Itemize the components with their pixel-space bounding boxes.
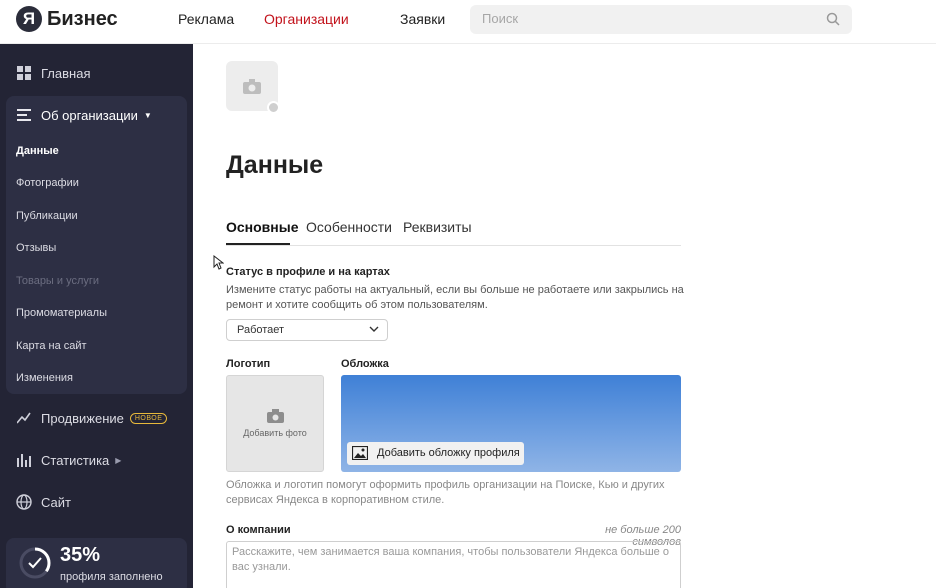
yandex-business-logo[interactable]: Я Бизнес [16, 6, 118, 32]
add-cover-label: Добавить обложку профиля [377, 447, 520, 459]
sidebar-subitem-data[interactable]: Данные [16, 145, 59, 157]
top-bar: Я Бизнес Реклама Организации Заявки Поис… [0, 0, 936, 44]
search-icon[interactable] [826, 12, 840, 31]
sidebar-item-home[interactable]: Главная [16, 65, 90, 81]
sidebar-item-statistics[interactable]: Статистика ▶ [16, 452, 121, 468]
caret-right-icon: ▶ [115, 455, 122, 465]
sidebar-item-label: Главная [41, 65, 91, 81]
sidebar-item-label: Продвижение [41, 410, 124, 426]
progress-ring-icon [18, 546, 52, 585]
sidebar-subitem-promo-materials[interactable]: Промоматериалы [16, 307, 107, 319]
sidebar-subitem-reviews[interactable]: Отзывы [16, 242, 56, 254]
page-title: Данные [226, 151, 324, 179]
sidebar-item-site[interactable]: Сайт [16, 494, 71, 510]
logo-text: Бизнес [47, 7, 118, 30]
about-textarea[interactable]: Расскажите, чем занимается ваша компания… [226, 541, 681, 588]
sidebar-item-promotion[interactable]: Продвижение НОВОЕ [16, 410, 168, 426]
add-photo-label: Добавить фото [243, 428, 307, 438]
sidebar-subitem-posts[interactable]: Публикации [16, 210, 78, 222]
logo-label: Логотип [226, 358, 271, 370]
profile-progress-card[interactable]: 35% профиля заполнено [6, 538, 187, 588]
camera-icon [267, 409, 284, 428]
sidebar-subitem-goods: Товары и услуги [16, 275, 100, 287]
cover-label: Обложка [341, 358, 389, 370]
tab-features[interactable]: Особенности [306, 219, 392, 235]
logo-upload[interactable]: Добавить фото [226, 375, 324, 472]
status-hint-line-1: Измените статус работы на актуальный, ес… [226, 284, 684, 296]
caret-down-icon: ▼ [143, 110, 152, 120]
chevron-down-icon [369, 324, 379, 337]
bar-chart-icon [16, 452, 32, 468]
status-label: Статус в профиле и на картах [226, 266, 390, 278]
sidebar: Главная Об организации ▼ Данные Фотограф… [0, 44, 193, 588]
progress-percent: 35% [60, 544, 101, 566]
mouse-cursor-icon [213, 254, 225, 275]
search-placeholder: Поиск [482, 11, 519, 26]
search-input[interactable]: Поиск [470, 5, 852, 34]
add-cover-button[interactable]: Добавить обложку профиля [347, 442, 524, 465]
nav-ads[interactable]: Реклама [178, 11, 234, 27]
progress-label: профиля заполнено [60, 571, 163, 583]
cover-hint-line-1: Обложка и логотип помогут оформить профи… [226, 479, 665, 491]
sidebar-item-label: Статистика [41, 452, 110, 468]
grid-icon [16, 65, 32, 81]
camera-icon [243, 78, 261, 94]
sidebar-item-label: Об организации [41, 107, 138, 123]
tab-bar: Основные Особенности Реквизиты [226, 216, 681, 246]
logo-letter: Я [16, 6, 42, 32]
status-select[interactable]: Работает [226, 319, 388, 341]
cover-hint-line-2: сервисах Яндекса в корпоративном стиле. [226, 494, 445, 506]
active-tab-indicator [226, 243, 290, 245]
status-hint-line-2: ремонт и хотите сообщить об этом пользов… [226, 299, 488, 311]
sidebar-item-about[interactable]: Об организации ▼ [16, 107, 152, 123]
new-badge: НОВОЕ [129, 412, 168, 424]
main-content: Данные Основные Особенности Реквизиты Ст… [193, 44, 936, 588]
image-icon [351, 445, 369, 463]
tab-requisites[interactable]: Реквизиты [403, 219, 472, 235]
trend-icon [16, 410, 32, 426]
sidebar-subitem-photos[interactable]: Фотографии [16, 177, 79, 189]
about-label: О компании [226, 524, 291, 536]
nav-organizations[interactable]: Организации [264, 11, 349, 27]
verified-check-icon [267, 101, 280, 114]
tab-main[interactable]: Основные [226, 219, 299, 235]
globe-icon [16, 494, 32, 510]
list-icon [16, 107, 32, 123]
status-select-value: Работает [237, 324, 285, 336]
sidebar-item-label: Сайт [41, 494, 71, 510]
cover-image: Добавить обложку профиля [341, 375, 681, 472]
about-placeholder: Расскажите, чем занимается ваша компания… [232, 546, 669, 573]
sidebar-subitem-map-widget[interactable]: Карта на сайт [16, 340, 87, 352]
nav-requests[interactable]: Заявки [400, 11, 445, 27]
sidebar-subitem-changes[interactable]: Изменения [16, 372, 73, 384]
